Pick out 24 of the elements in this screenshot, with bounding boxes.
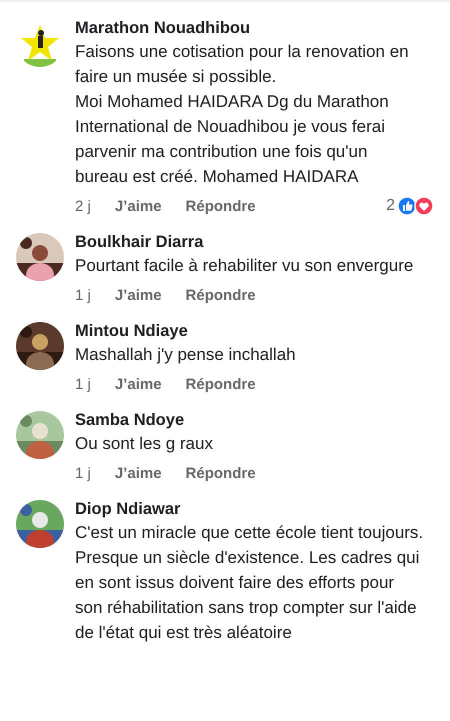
like-link[interactable]: J’aime xyxy=(114,198,162,214)
author-name[interactable]: Diop Ndiawar xyxy=(75,498,180,520)
author-name[interactable]: Boulkhair Diarra xyxy=(75,231,204,253)
comment-text: Mashallah j'y pense inchallah xyxy=(75,344,297,366)
comment-time: 1 j xyxy=(75,286,91,304)
comment-time: 1 j xyxy=(75,376,91,392)
comment-time: 1 j xyxy=(75,464,91,482)
author-name[interactable]: Marathon Nouadhibou xyxy=(75,17,250,39)
reaction-count: 2 xyxy=(386,197,395,215)
reply-link[interactable]: Répondre xyxy=(186,198,256,214)
like-link[interactable]: J’aime xyxy=(114,464,162,482)
reply-link[interactable]: Répondre xyxy=(186,464,256,482)
comment-text: Ou sont les g raux xyxy=(75,433,214,455)
like-link[interactable]: J’aime xyxy=(114,376,162,392)
like-link[interactable]: J’aime xyxy=(114,286,162,304)
author-name[interactable]: Mintou Ndiaye xyxy=(75,320,188,342)
thumbs-up-icon xyxy=(397,196,417,216)
author-name[interactable]: Samba Ndoye xyxy=(75,409,184,431)
comment-text: Faisons une cotisation pour la renovation en faire un musée si possible. Moi Mohamed HAIDARA Dg du Marathon International de Nouadhibou je vous ferai parvenir ma contribution une fois qu'un bureau est créé. Mohamed HAIDARA xyxy=(75,41,410,188)
comment-text: C'est un miracle que cette école tient toujours. Presque un siècle d'existence. Les cadres qui en sont issus doivent faire des efforts pour son réhabilitation sans trop compter sur l'aide de l'état qui est très aléatoire xyxy=(75,522,424,644)
comment-text: Pourtant facile à rehabiliter vu son envergure xyxy=(75,255,414,277)
reply-link[interactable]: Répondre xyxy=(186,376,256,392)
comment-time: 2 j xyxy=(75,198,91,214)
reply-link[interactable]: Répondre xyxy=(186,286,256,304)
